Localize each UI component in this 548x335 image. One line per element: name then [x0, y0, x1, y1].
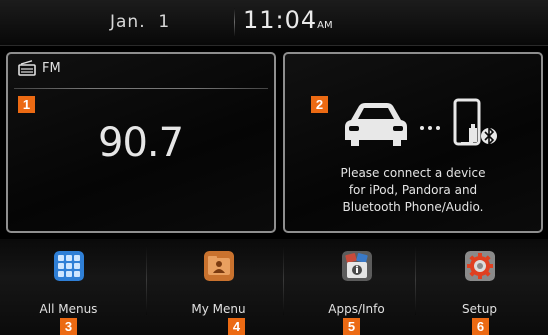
car-icon: [345, 103, 407, 146]
callout-badge-6: 6: [472, 318, 489, 335]
clock-time: 11:04: [243, 6, 318, 34]
clock-display[interactable]: 11:04AM: [243, 6, 333, 34]
callout-badge-2: 2: [311, 96, 328, 113]
apps-info-button[interactable]: Apps/Info 5: [288, 239, 425, 335]
bottom-menu-bar: All Menus 3 My Menu 4 Apps/Info 5 Setup …: [0, 239, 548, 335]
clock-ampm: AM: [317, 20, 333, 31]
user-card-icon: [203, 251, 234, 281]
device-connect-message: Please connect a device for iPod, Pandor…: [285, 165, 541, 216]
callout-badge-3: 3: [60, 318, 77, 335]
setup-button[interactable]: Setup 6: [411, 239, 548, 335]
my-menu-button[interactable]: My Menu 4: [150, 239, 287, 335]
radio-widget[interactable]: FM 1 90.7: [6, 52, 276, 233]
gear-icon: [464, 251, 495, 281]
device-message-line: Please connect a device: [340, 166, 486, 180]
all-menus-label: All Menus: [39, 302, 98, 316]
grid-icon: [53, 251, 84, 281]
bluetooth-icon: [481, 126, 497, 146]
radio-icon: [18, 60, 36, 76]
info-icon: [341, 251, 372, 281]
callout-badge-5: 5: [343, 318, 360, 335]
device-message-line: Bluetooth Phone/Audio.: [342, 200, 484, 214]
radio-divider: [14, 88, 268, 89]
usb-icon: [469, 124, 477, 142]
device-message-line: for iPod, Pandora and: [348, 183, 478, 197]
status-separator: [234, 8, 235, 36]
apps-info-label: Apps/Info: [328, 302, 385, 316]
my-menu-label: My Menu: [191, 302, 246, 316]
callout-badge-1: 1: [18, 96, 35, 113]
date-display: Jan. 1: [110, 12, 171, 32]
callout-badge-4: 4: [228, 318, 245, 335]
menu-divider: [146, 245, 147, 315]
radio-band: FM: [42, 60, 61, 76]
device-connect-widget[interactable]: 2 Please connect a device for iPod, Pand…: [283, 52, 543, 233]
ellipsis-icon: [420, 126, 440, 130]
menu-divider: [283, 245, 284, 315]
all-menus-button[interactable]: All Menus 3: [0, 239, 137, 335]
status-bar: Jan. 1 11:04AM: [0, 0, 548, 46]
device-connection-graphic: [345, 98, 497, 146]
radio-frequency: 90.7: [98, 120, 184, 166]
setup-label: Setup: [462, 302, 497, 316]
radio-header: FM: [18, 60, 61, 76]
